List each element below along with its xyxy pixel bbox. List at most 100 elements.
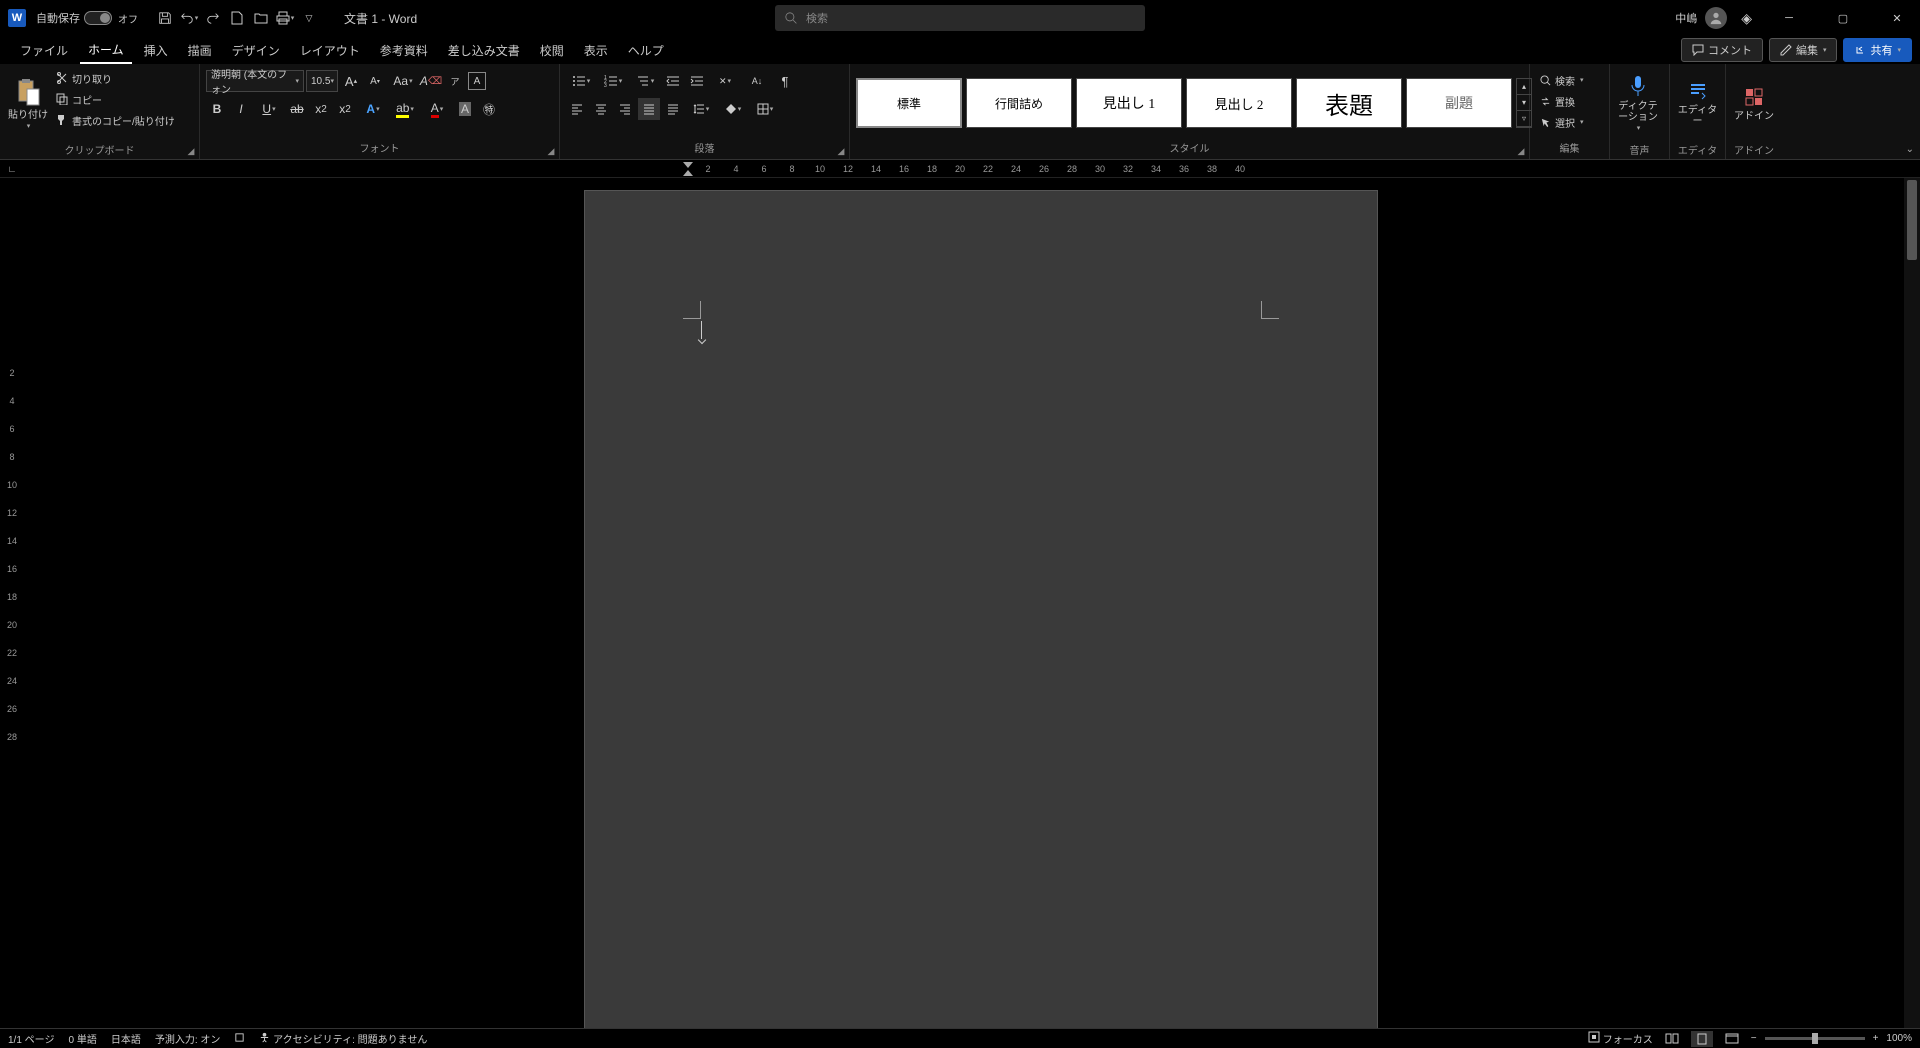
font-launcher[interactable]: ◢ (545, 145, 557, 157)
char-shading-button[interactable]: A (454, 98, 476, 120)
save-button[interactable] (154, 6, 176, 30)
styles-launcher[interactable]: ◢ (1515, 145, 1527, 157)
user-avatar[interactable] (1705, 7, 1727, 29)
user-name[interactable]: 中嶋 (1675, 10, 1697, 26)
tab-review[interactable]: 校閲 (532, 38, 572, 63)
premium-icon[interactable]: ◈ (1741, 10, 1752, 27)
focus-mode-button[interactable]: フォーカス (1588, 1031, 1653, 1046)
align-left-button[interactable] (566, 98, 588, 120)
status-predict[interactable]: 予測入力: オン (155, 1031, 221, 1046)
addins-button[interactable]: アドイン (1732, 68, 1776, 140)
zoom-out-button[interactable]: − (1751, 1033, 1757, 1044)
maximize-button[interactable]: ▢ (1820, 0, 1866, 36)
status-language[interactable]: 日本語 (111, 1031, 141, 1046)
grow-font-button[interactable]: A▴ (340, 70, 362, 92)
tab-home[interactable]: ホーム (80, 37, 132, 64)
redo-button[interactable] (202, 6, 224, 30)
read-mode-button[interactable] (1661, 1031, 1683, 1047)
tab-view[interactable]: 表示 (576, 38, 616, 63)
undo-button[interactable]: ▾ (178, 6, 200, 30)
zoom-thumb[interactable] (1812, 1033, 1818, 1044)
phonetic-guide-button[interactable]: ア (444, 70, 466, 92)
zoom-in-button[interactable]: + (1873, 1033, 1879, 1044)
autosave-toggle[interactable]: 自動保存 オフ (36, 10, 138, 26)
italic-button[interactable]: I (230, 98, 252, 120)
strikethrough-button[interactable]: ab (286, 98, 308, 120)
clear-formatting-button[interactable]: A⌫ (420, 70, 442, 92)
font-name-input[interactable]: 游明朝 (本文のフォン▾ (206, 70, 304, 92)
char-border-button[interactable]: ㊕ (478, 98, 500, 120)
asian-layout-button[interactable]: ✕▾ (710, 70, 740, 92)
tab-layout[interactable]: レイアウト (292, 38, 368, 63)
select-button[interactable]: 選択▾ (1536, 112, 1588, 132)
underline-button[interactable]: U▾ (254, 98, 284, 120)
shading-button[interactable]: ▾ (718, 98, 748, 120)
ruler-corner[interactable]: ∟ (0, 160, 24, 178)
bold-button[interactable]: B (206, 98, 228, 120)
print-preview-button[interactable]: ▾ (274, 6, 296, 30)
style-title[interactable]: 表題 (1296, 78, 1402, 128)
style-normal[interactable]: 標準 (856, 78, 962, 128)
tab-file[interactable]: ファイル (12, 38, 76, 63)
style-subtitle[interactable]: 副題 (1406, 78, 1512, 128)
enclose-chars-button[interactable]: A (468, 72, 486, 90)
tab-references[interactable]: 参考資料 (372, 38, 436, 63)
decrease-indent-button[interactable] (662, 70, 684, 92)
style-heading1[interactable]: 見出し 1 (1076, 78, 1182, 128)
editing-mode-button[interactable]: 編集▾ (1769, 38, 1838, 62)
vertical-ruler[interactable]: 246810121416182022242628 (0, 178, 24, 1028)
paste-button[interactable]: 貼り付け ▾ (6, 68, 50, 140)
open-button[interactable] (250, 6, 272, 30)
toggle-switch-icon[interactable] (84, 11, 112, 25)
document-canvas[interactable] (24, 178, 1920, 1028)
font-color-button[interactable]: A▾ (422, 98, 452, 120)
zoom-level[interactable]: 100% (1886, 1033, 1912, 1044)
copy-button[interactable]: コピー (52, 89, 179, 109)
borders-button[interactable]: ▾ (750, 98, 780, 120)
style-no-spacing[interactable]: 行間詰め (966, 78, 1072, 128)
subscript-button[interactable]: x2 (310, 98, 332, 120)
shrink-font-button[interactable]: A▾ (364, 70, 386, 92)
align-right-button[interactable] (614, 98, 636, 120)
horizontal-ruler[interactable]: ∟ 246810121416182022242628303234363840 (0, 160, 1920, 178)
find-button[interactable]: 検索▾ (1536, 70, 1588, 90)
qat-customize-button[interactable]: ▽ (298, 6, 320, 30)
tab-design[interactable]: デザイン (224, 38, 288, 63)
status-words[interactable]: 0 単語 (68, 1031, 96, 1046)
cut-button[interactable]: 切り取り (52, 68, 179, 88)
search-input[interactable]: 検索 (775, 5, 1145, 31)
status-page[interactable]: 1/1 ページ (8, 1031, 54, 1046)
justify-button[interactable] (638, 98, 660, 120)
replace-button[interactable]: 置換 (1536, 91, 1579, 111)
show-marks-button[interactable]: ¶ (774, 70, 796, 92)
format-painter-button[interactable]: 書式のコピー/貼り付け (52, 110, 179, 130)
highlight-button[interactable]: ab▾ (390, 98, 420, 120)
vertical-scrollbar[interactable] (1904, 178, 1920, 1028)
tab-insert[interactable]: 挿入 (136, 38, 176, 63)
collapse-ribbon-button[interactable]: ⌄ (1906, 144, 1914, 155)
close-button[interactable]: ✕ (1874, 0, 1920, 36)
new-doc-button[interactable] (226, 6, 248, 30)
editor-button[interactable]: エディター (1676, 68, 1719, 140)
line-spacing-button[interactable]: ▾ (686, 98, 716, 120)
comments-button[interactable]: コメント (1681, 38, 1763, 62)
multilevel-list-button[interactable]: ▾ (630, 70, 660, 92)
superscript-button[interactable]: x2 (334, 98, 356, 120)
sort-button[interactable]: A↓ (742, 70, 772, 92)
style-heading2[interactable]: 見出し 2 (1186, 78, 1292, 128)
print-layout-button[interactable] (1691, 1031, 1713, 1047)
increase-indent-button[interactable] (686, 70, 708, 92)
status-macro[interactable] (234, 1032, 245, 1046)
status-accessibility[interactable]: アクセシビリティ: 問題ありません (259, 1031, 427, 1046)
distribute-button[interactable] (662, 98, 684, 120)
clipboard-launcher[interactable]: ◢ (185, 145, 197, 157)
change-case-button[interactable]: Aa▾ (388, 70, 418, 92)
page[interactable] (584, 190, 1378, 1028)
paragraph-launcher[interactable]: ◢ (835, 145, 847, 157)
bullets-button[interactable]: ▾ (566, 70, 596, 92)
web-layout-button[interactable] (1721, 1031, 1743, 1047)
share-button[interactable]: 共有▾ (1843, 38, 1912, 62)
scrollbar-thumb[interactable] (1907, 180, 1917, 260)
minimize-button[interactable]: ─ (1766, 0, 1812, 36)
zoom-slider[interactable] (1765, 1037, 1865, 1040)
